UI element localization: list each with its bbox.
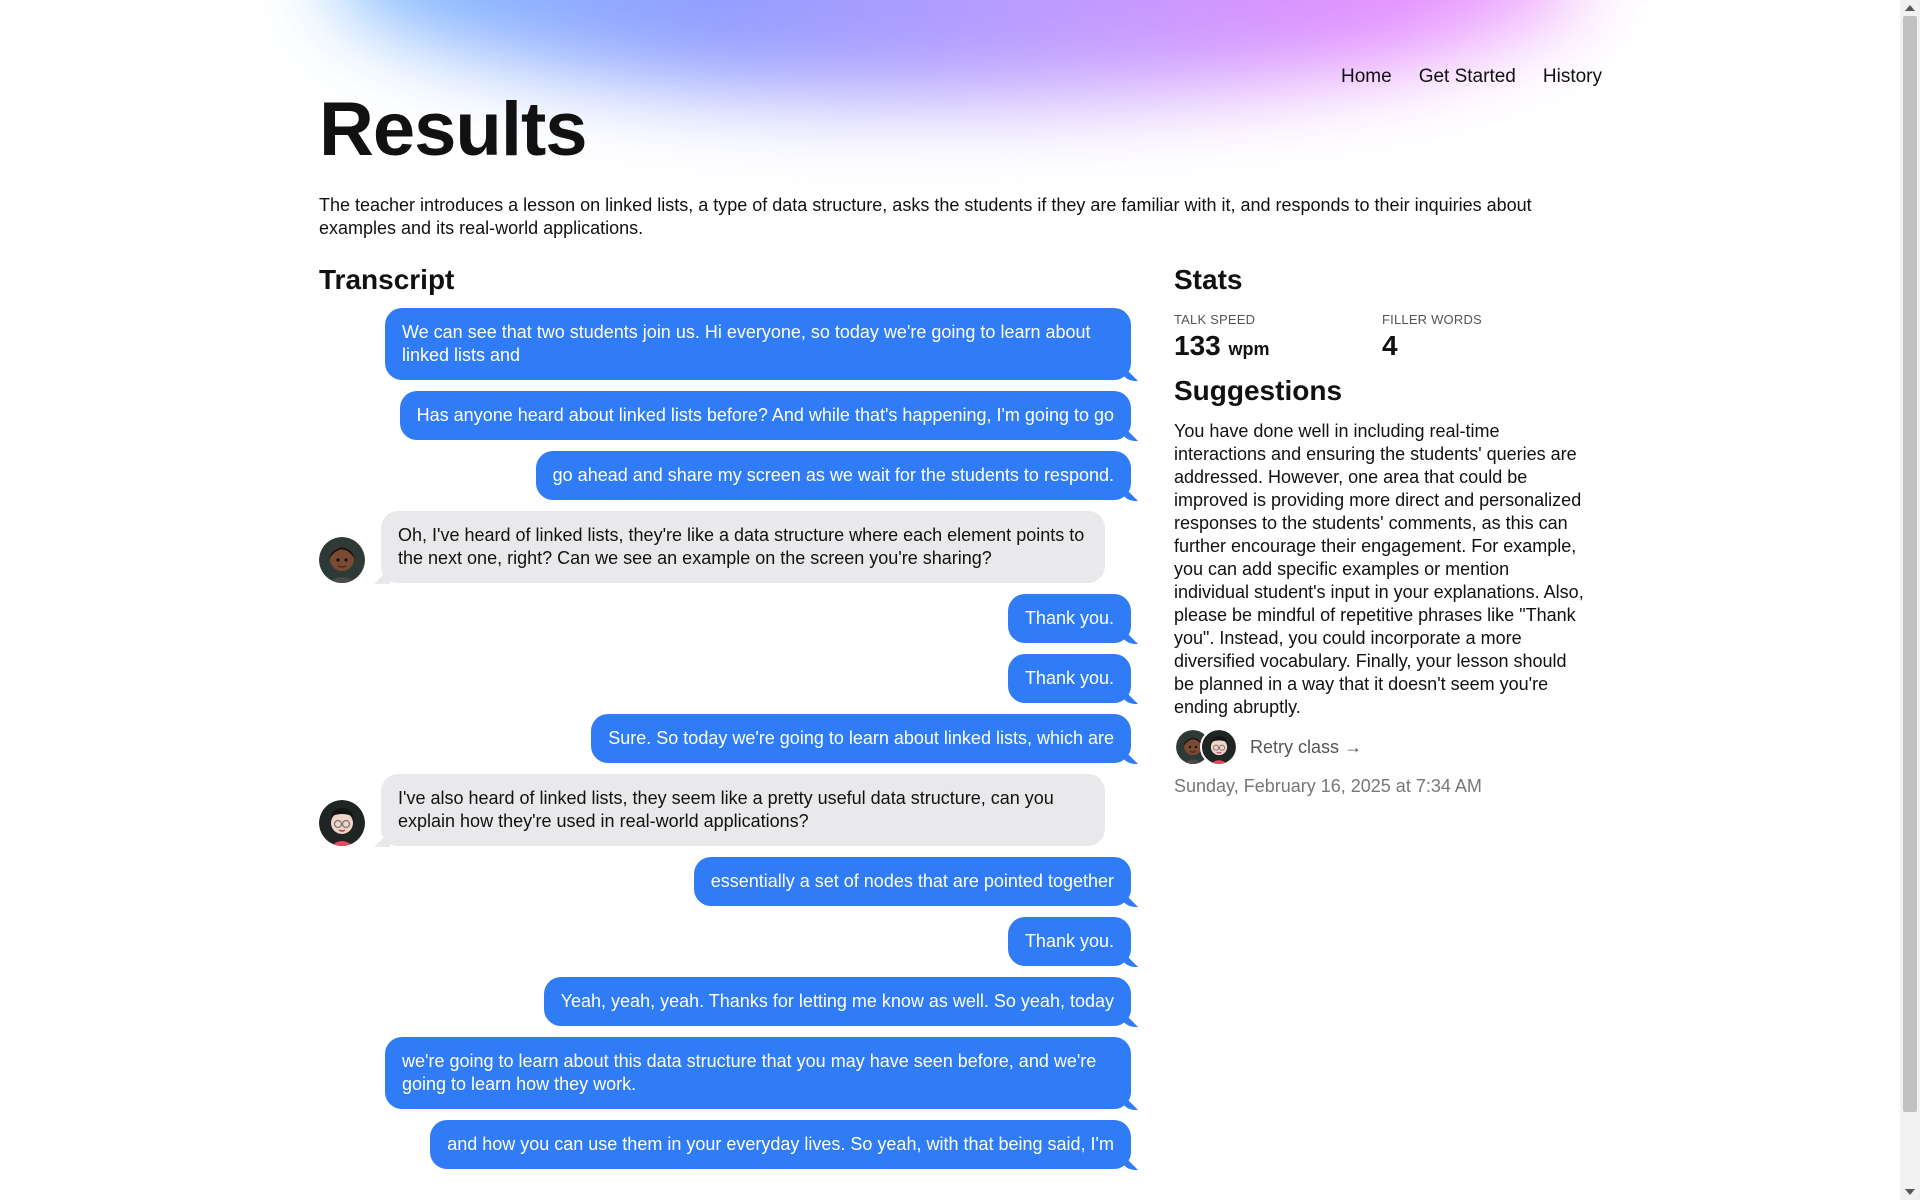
teacher-message-bubble: Yeah, yeah, yeah. Thanks for letting me … (543, 977, 1131, 1026)
session-timestamp: Sunday, February 16, 2025 at 7:34 AM (1174, 776, 1482, 796)
talk-speed-unit: wpm (1228, 339, 1270, 359)
student-message-row: Oh, I've heard of linked lists, they're … (319, 511, 1131, 583)
teacher-message-row: we're going to learn about this data str… (319, 1037, 1131, 1109)
teacher-message-row: Yeah, yeah, yeah. Thanks for letting me … (319, 977, 1131, 1026)
student-message-bubble: I've also heard of linked lists, they se… (381, 774, 1105, 846)
teacher-message-row: essentially a set of nodes that are poin… (319, 857, 1131, 906)
lesson-summary: The teacher introduces a lesson on linke… (319, 195, 1532, 238)
scroll-up-arrow-icon[interactable] (1905, 5, 1915, 11)
teacher-message-row: go ahead and share my screen as we wait … (319, 451, 1131, 500)
talk-speed-stat: TALK SPEED 133 wpm (1174, 312, 1270, 360)
transcript-heading: Transcript (319, 264, 455, 295)
suggestions-heading: Suggestions (1174, 375, 1343, 406)
results-page: Home Get Started History Results The tea… (0, 0, 1920, 1200)
teacher-message-row: Thank you. (319, 917, 1131, 966)
talk-speed-value-row: 133 wpm (1174, 332, 1270, 360)
teacher-message-bubble: Thank you. (1007, 654, 1131, 703)
teacher-message-row: Thank you. (319, 594, 1131, 643)
teacher-message-bubble: Sure. So today we're going to learn abou… (591, 714, 1131, 763)
nav-home-link[interactable]: Home (1341, 66, 1392, 88)
scrollbar-thumb[interactable] (1903, 16, 1917, 1112)
student-2-avatar (319, 800, 365, 846)
filler-words-stat: FILLER WORDS 4 (1382, 312, 1482, 360)
teacher-message-bubble: Thank you. (1007, 594, 1131, 643)
retry-class-link[interactable]: Retry class → (1250, 737, 1362, 758)
teacher-message-bubble: essentially a set of nodes that are poin… (693, 857, 1131, 906)
student-message-row: I've also heard of linked lists, they se… (319, 774, 1131, 846)
student-2-avatar-small (1200, 728, 1238, 766)
stats-heading: Stats (1174, 264, 1243, 295)
filler-words-value: 4 (1382, 330, 1398, 361)
suggestions-text: You have done well in including real-tim… (1174, 421, 1584, 717)
page-title: Results (319, 87, 588, 172)
filler-words-label: FILLER WORDS (1382, 312, 1482, 327)
teacher-message-bubble: and how you can use them in your everyda… (430, 1120, 1131, 1169)
teacher-message-row: We can see that two students join us. Hi… (319, 308, 1131, 380)
student-message-bubble: Oh, I've heard of linked lists, they're … (381, 511, 1105, 583)
scroll-down-arrow-icon[interactable] (1905, 1189, 1915, 1195)
top-nav: Home Get Started History (1341, 66, 1602, 88)
teacher-message-bubble: Thank you. (1007, 917, 1131, 966)
teacher-message-bubble: We can see that two students join us. Hi… (385, 308, 1131, 380)
teacher-message-row: and how you can use them in your everyda… (319, 1120, 1131, 1169)
teacher-message-row: Has anyone heard about linked lists befo… (319, 391, 1131, 440)
teacher-message-bubble: go ahead and share my screen as we wait … (535, 451, 1131, 500)
nav-get-started-link[interactable]: Get Started (1419, 66, 1516, 88)
teacher-message-bubble: we're going to learn about this data str… (385, 1037, 1131, 1109)
transcript-list: We can see that two students join us. Hi… (319, 308, 1131, 1169)
teacher-message-row: Sure. So today we're going to learn abou… (319, 714, 1131, 763)
retry-class-row: Retry class → (1174, 728, 1362, 766)
student-1-avatar (319, 537, 365, 583)
nav-history-link[interactable]: History (1543, 66, 1602, 88)
talk-speed-label: TALK SPEED (1174, 312, 1256, 327)
teacher-message-bubble: Has anyone heard about linked lists befo… (399, 391, 1131, 440)
teacher-message-row: Thank you. (319, 654, 1131, 703)
talk-speed-value: 133 (1174, 330, 1221, 361)
page-scrollbar[interactable] (1900, 0, 1920, 1200)
